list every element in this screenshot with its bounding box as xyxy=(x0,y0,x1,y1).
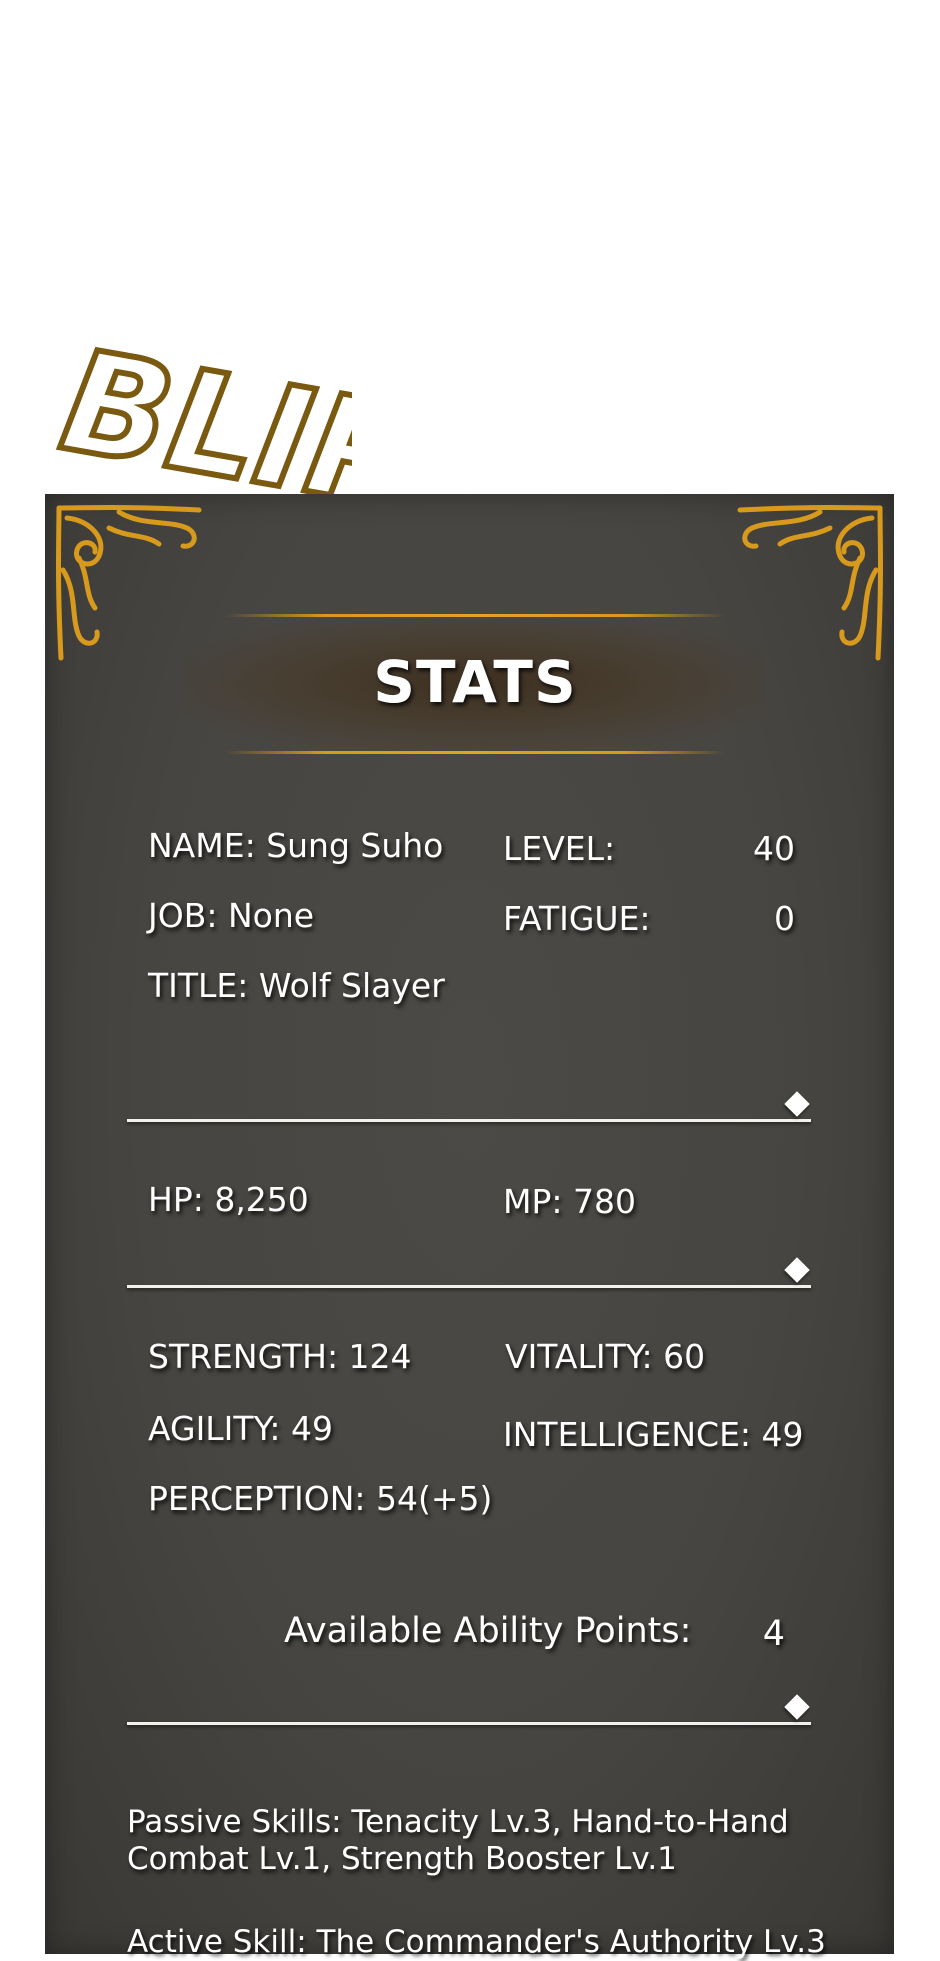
title-banner: STATS xyxy=(185,614,765,754)
name-field: NAME: Sung Suho xyxy=(148,826,444,865)
section-divider xyxy=(127,1722,811,1725)
level-value: 40 xyxy=(753,829,795,868)
ability-points-label: Available Ability Points: xyxy=(284,1611,692,1651)
mp-value: MP: 780 xyxy=(503,1182,636,1221)
title-field: TITLE: Wolf Slayer xyxy=(148,966,445,1005)
agility-stat: AGILITY: 49 xyxy=(148,1409,333,1448)
section-divider xyxy=(127,1119,811,1122)
job-field: JOB: None xyxy=(148,896,315,935)
banner-bottom-line xyxy=(225,751,725,754)
active-skill: Active Skill: The Commander's Authority … xyxy=(127,1924,826,1960)
passive-skills: Passive Skills: Tenacity Lv.3, Hand-to-H… xyxy=(127,1804,789,1877)
level-label: LEVEL: xyxy=(503,829,616,868)
perception-stat: PERCEPTION: 54(+5) xyxy=(148,1479,493,1518)
hp-value: HP: 8,250 xyxy=(148,1180,309,1219)
diamond-icon xyxy=(784,1257,810,1283)
fatigue-value: 0 xyxy=(774,899,795,938)
diamond-icon xyxy=(784,1091,810,1117)
stats-panel: STATS NAME: Sung Suho JOB: None TITLE: W… xyxy=(45,494,894,1960)
banner-top-line xyxy=(225,614,725,617)
strength-stat: STRENGTH: 124 xyxy=(148,1337,412,1376)
page-title: STATS xyxy=(373,648,577,716)
section-divider xyxy=(127,1285,811,1288)
fatigue-label: FATIGUE: xyxy=(503,899,651,938)
ability-points-value: 4 xyxy=(762,1614,785,1654)
vitality-stat: VITALITY: 60 xyxy=(505,1337,706,1376)
diamond-icon xyxy=(784,1694,810,1720)
intelligence-stat: INTELLIGENCE: 49 xyxy=(503,1415,804,1454)
